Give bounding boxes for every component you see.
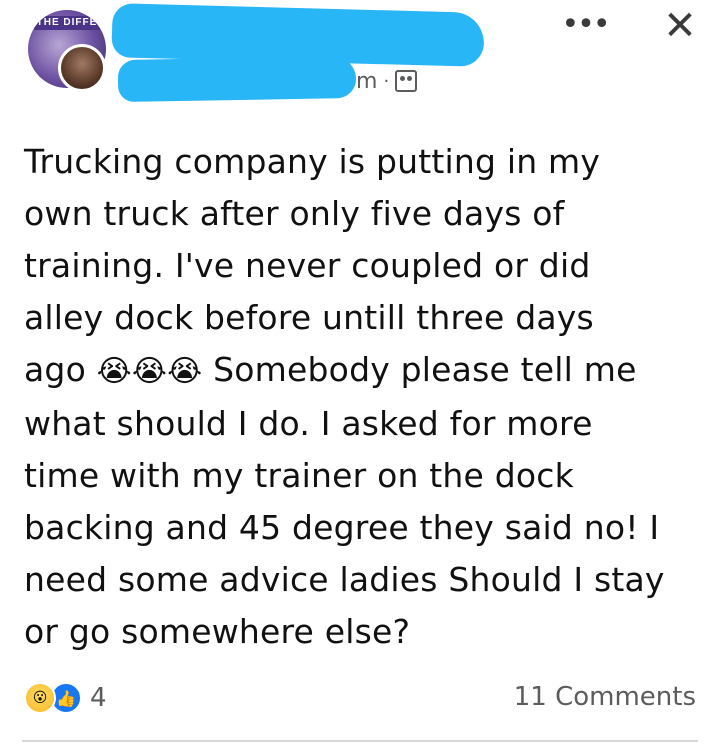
post-body: Trucking company is putting in my own tr… [24,136,714,658]
more-options-button[interactable]: ••• [560,4,610,44]
group-avatar-banner: THE DIFFE [34,16,100,30]
post-line: ago [24,350,86,389]
post-line: Somebody please tell me [213,350,637,389]
wow-icon: 😮 [24,682,56,714]
post-line: time with my trainer on the dock [24,456,574,495]
more-icon: ••• [561,6,610,42]
post-line: own truck after only five days of [24,194,565,233]
post-line: training. I've never coupled or did [24,246,591,285]
post-line: need some advice ladies Should I stay [24,560,665,599]
post-time[interactable]: m [356,69,377,94]
post-line: or go somewhere else? [24,612,411,651]
group-icon [395,70,418,92]
post-line: Trucking company is putting in my [24,142,601,181]
post-meta: m · [356,66,418,96]
crying-emoji-icon: 😭😭😭 [96,354,203,389]
reaction-count: 4 [90,683,107,713]
post-header: THE DIFFE m · ••• ✕ [0,0,720,110]
comments-link[interactable]: 11 Comments [514,682,696,712]
reactions-summary[interactable]: 😮 👍 4 [24,682,107,714]
post-line: backing and 45 degree they said no! I [24,508,660,547]
post-line: alley dock before untill three days [24,298,594,337]
divider [22,740,698,742]
post-footer: 😮 👍 4 11 Comments [0,672,720,728]
redacted-post-meta [117,55,357,103]
close-icon: ✕ [663,3,697,49]
meta-separator: · [383,70,390,92]
user-avatar[interactable] [58,44,106,92]
close-button[interactable]: ✕ [656,2,704,50]
post-line: what should I do. I asked for more [24,404,593,443]
